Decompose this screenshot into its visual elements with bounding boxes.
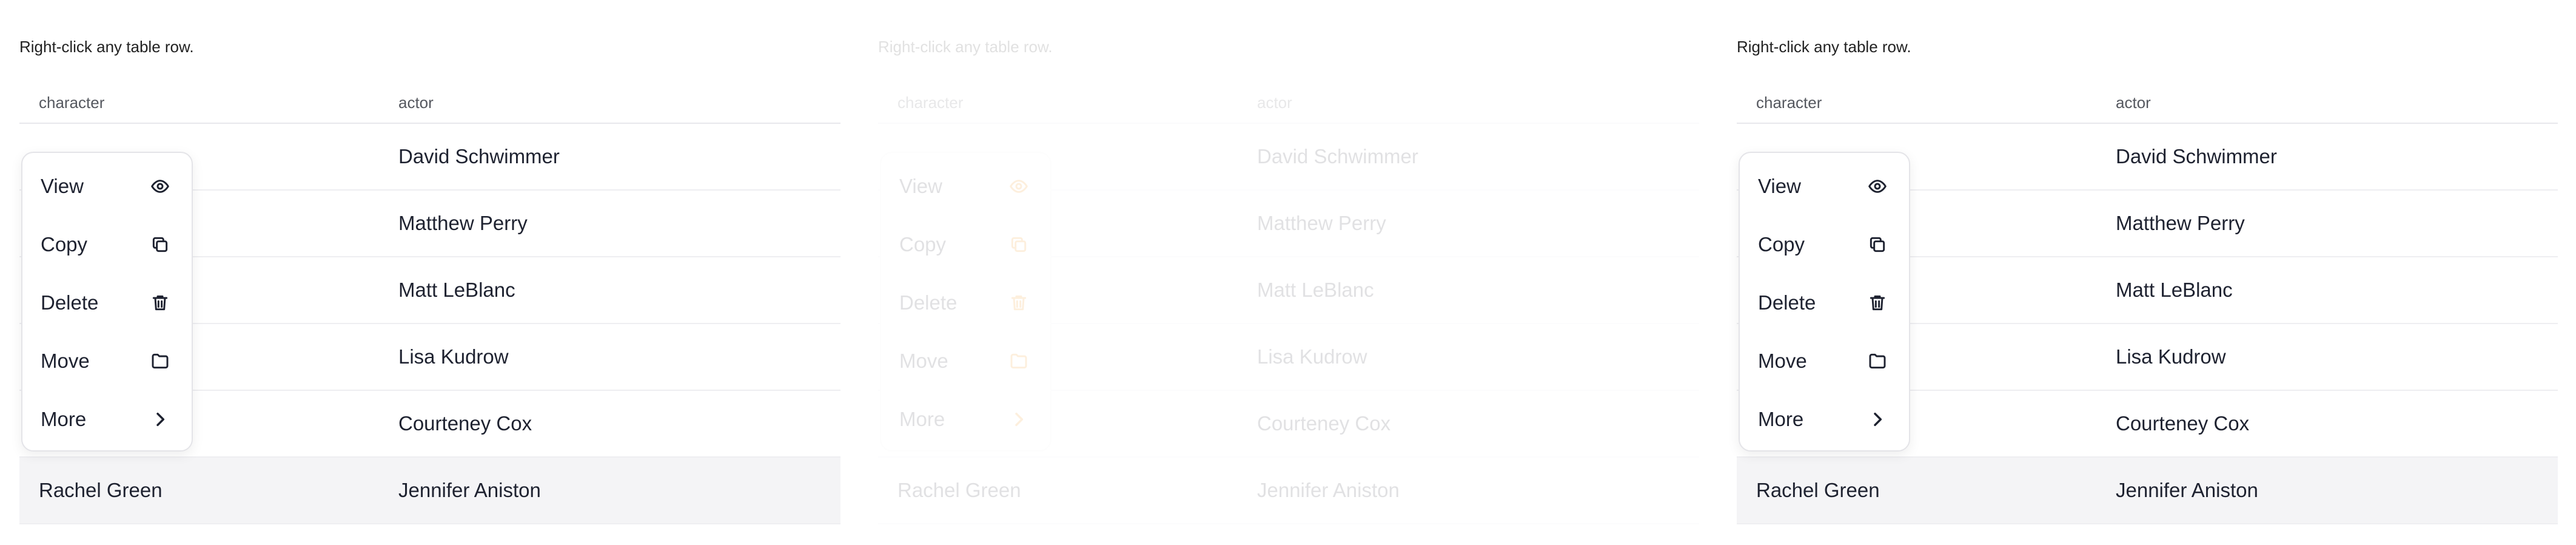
cell-actor: David Schwimmer [398, 145, 560, 168]
cell-character: Rachel Green [39, 479, 163, 501]
demo-panel-open-repeat: Right-click any table row. character act… [1717, 0, 2558, 545]
eye-icon [1867, 175, 1888, 197]
column-header-actor: actor [1257, 93, 1292, 112]
menu-item-copy[interactable]: Copy [881, 220, 1050, 269]
chevron-right-icon [1008, 408, 1030, 430]
menu-item-view[interactable]: View [22, 162, 192, 211]
context-menu: View Copy Delete Move More [21, 152, 193, 452]
instruction-text: Right-click any table row. [1737, 38, 1911, 56]
cell-character: Rachel Green [897, 479, 1021, 501]
menu-item-view[interactable]: View [1740, 162, 1909, 211]
cell-character: Rachel Green [1756, 479, 1880, 501]
cell-actor: Matt LeBlanc [398, 279, 515, 301]
menu-item-copy[interactable]: Copy [22, 220, 192, 269]
menu-item-move[interactable]: Move [22, 337, 192, 385]
menu-item-move[interactable]: Move [881, 337, 1050, 385]
eye-icon [149, 175, 171, 197]
table-row[interactable]: Rachel Green Jennifer Aniston [878, 458, 1699, 524]
table-row[interactable]: Rachel Green Jennifer Aniston [19, 458, 840, 524]
chevron-right-icon [149, 408, 171, 430]
column-header-character: character [39, 93, 105, 112]
table-header: character actor [19, 83, 840, 124]
cell-actor: Courteney Cox [1257, 412, 1391, 435]
column-header-character: character [1756, 93, 1822, 112]
chevron-right-icon [1867, 408, 1888, 430]
instruction-text: Right-click any table row. [878, 38, 1053, 56]
folder-icon [1008, 350, 1030, 372]
menu-item-copy[interactable]: Copy [1740, 220, 1909, 269]
table-row[interactable]: Rachel Green Jennifer Aniston [1737, 458, 2558, 524]
column-header-actor: actor [398, 93, 434, 112]
copy-icon [1008, 234, 1030, 256]
cell-actor: Lisa Kudrow [2116, 345, 2226, 368]
cell-actor: Lisa Kudrow [1257, 345, 1367, 368]
cell-actor: Jennifer Aniston [2116, 479, 2258, 501]
cell-actor: Lisa Kudrow [398, 345, 509, 368]
cell-actor: Courteney Cox [2116, 412, 2250, 435]
cell-actor: Jennifer Aniston [398, 479, 541, 501]
cell-actor: Matthew Perry [398, 212, 528, 234]
menu-item-more[interactable]: More [22, 395, 192, 444]
context-menu: View Copy Delete Move More [880, 152, 1052, 452]
folder-icon [1867, 350, 1888, 372]
cell-actor: Jennifer Aniston [1257, 479, 1400, 501]
menu-item-delete[interactable]: Delete [22, 279, 192, 327]
demo-panel-open: Right-click any table row. character act… [0, 0, 840, 545]
copy-icon [149, 234, 171, 256]
context-menu: View Copy Delete Move More [1739, 152, 1910, 452]
cell-actor: Matthew Perry [1257, 212, 1386, 234]
column-header-character: character [897, 93, 964, 112]
cell-actor: David Schwimmer [1257, 145, 1418, 168]
column-header-actor: actor [2116, 93, 2151, 112]
cell-actor: Matthew Perry [2116, 212, 2245, 234]
table-header: character actor [878, 83, 1699, 124]
cell-actor: Matt LeBlanc [2116, 279, 2233, 301]
cell-actor: Courteney Cox [398, 412, 532, 435]
menu-item-delete[interactable]: Delete [1740, 279, 1909, 327]
eye-icon [1008, 175, 1030, 197]
table-header: character actor [1737, 83, 2558, 124]
trash-icon [1867, 292, 1888, 314]
folder-icon [149, 350, 171, 372]
menu-item-view[interactable]: View [881, 162, 1050, 211]
instruction-text: Right-click any table row. [19, 38, 194, 56]
demo-panel-transition: Right-click any table row. character act… [859, 0, 1699, 545]
copy-icon [1867, 234, 1888, 256]
trash-icon [1008, 292, 1030, 314]
cell-actor: Matt LeBlanc [1257, 279, 1374, 301]
cell-actor: David Schwimmer [2116, 145, 2277, 168]
menu-item-more[interactable]: More [881, 395, 1050, 444]
menu-item-more[interactable]: More [1740, 395, 1909, 444]
trash-icon [149, 292, 171, 314]
menu-item-move[interactable]: Move [1740, 337, 1909, 385]
menu-item-delete[interactable]: Delete [881, 279, 1050, 327]
